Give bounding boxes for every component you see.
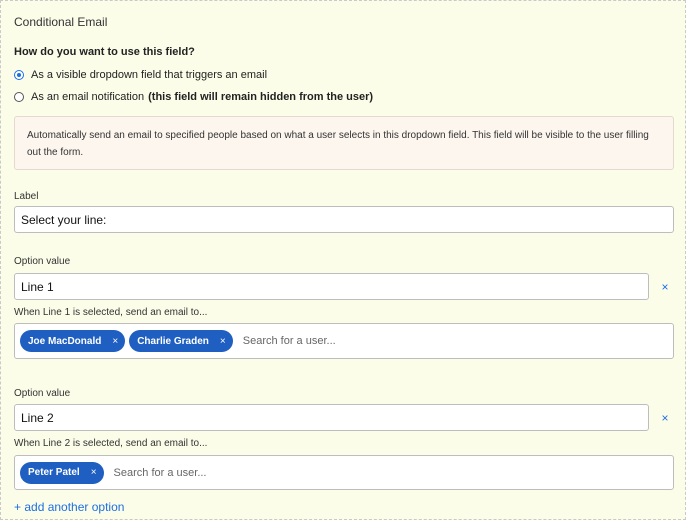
info-box: Automatically send an email to specified… [14,116,674,170]
recipient-name: Peter Patel [28,467,80,478]
option-2-value-input[interactable]: Line 2 [14,404,649,431]
add-another-option-link[interactable]: + add another option [14,500,124,514]
recipient-name: Joe MacDonald [28,335,102,347]
remove-recipient-icon[interactable]: × [112,336,118,347]
usage-option-label: As an email notification [31,91,145,103]
option-1-recipients-label: When Line 1 is selected, send an email t… [14,307,208,318]
recipient-name: Charlie Graden [137,335,209,347]
label-input[interactable]: Select your line: [14,206,674,233]
radio-visible-dropdown[interactable] [14,70,24,80]
remove-recipient-icon[interactable]: × [220,336,226,347]
conditional-email-panel: Conditional Email How do you want to use… [0,0,686,520]
radio-email-notification[interactable] [14,92,24,102]
option-2-value-label: Option value [14,388,71,399]
option-2-recipients-field[interactable]: Peter Patel × [14,455,674,490]
label-field-label: Label [14,191,39,202]
option-1-user-search-input[interactable] [240,334,668,348]
option-1-value-label: Option value [14,256,71,267]
usage-question: How do you want to use this field? [14,46,195,58]
recipient-chip: Peter Patel × [20,461,104,484]
option-2-remove-icon[interactable]: × [659,412,671,424]
option-1-remove-icon[interactable]: × [659,281,671,293]
option-1-value-input[interactable]: Line 1 [14,273,649,300]
option-2-recipients-label: When Line 2 is selected, send an email t… [14,438,208,449]
recipient-chip: Joe MacDonald × [20,330,126,352]
option-2-user-search-input[interactable] [111,465,668,480]
usage-option-visible-dropdown[interactable]: As a visible dropdown field that trigger… [14,69,267,81]
usage-option-note: (this field will remain hidden from the … [148,91,374,103]
recipient-chip: Charlie Graden × [129,330,233,352]
remove-recipient-icon[interactable]: × [91,467,97,478]
section-title: Conditional Email [14,15,108,29]
usage-option-email-notification[interactable]: As an email notification (this field wil… [14,91,373,103]
usage-option-label: As a visible dropdown field that trigger… [31,69,268,81]
option-1-recipients-field[interactable]: Joe MacDonald × Charlie Graden × [14,323,674,359]
